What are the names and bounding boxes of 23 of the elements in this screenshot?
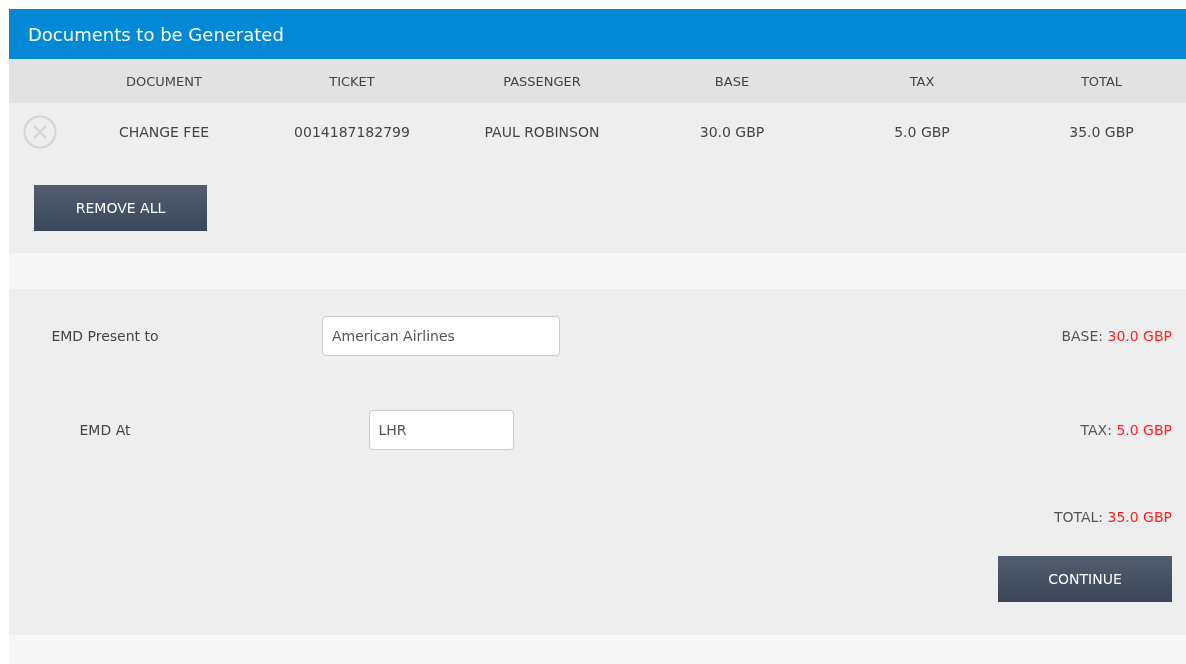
table-cell-text: 35.0 GBP bbox=[1068, 124, 1135, 140]
table-cell-text: 0014187182799 bbox=[293, 124, 411, 140]
table-cell-text: 5.0 GBP bbox=[893, 124, 951, 140]
continue-button[interactable]: CONTINUE bbox=[998, 556, 1172, 602]
text-field[interactable]: LHR bbox=[368, 409, 514, 450]
column-header: BASE bbox=[713, 73, 751, 89]
table-cell-text: CHANGE FEE bbox=[117, 124, 211, 140]
field-label: EMD Present to bbox=[50, 327, 160, 344]
panel-title: Documents to be Generated bbox=[28, 23, 284, 45]
column-header: PASSENGER bbox=[502, 73, 582, 89]
remove-all-button[interactable]: REMOVE ALL bbox=[34, 185, 207, 231]
total-line: BASE: 30.0 GBP bbox=[1060, 327, 1172, 344]
total-line: TAX: 5.0 GBP bbox=[1079, 421, 1172, 438]
table-cell-text: PAUL ROBINSON bbox=[483, 124, 601, 140]
column-header: TAX bbox=[908, 73, 936, 89]
table-cell-text: 30.0 GBP bbox=[698, 124, 766, 140]
field-label: EMD At bbox=[78, 421, 132, 438]
total-line: TOTAL: 35.0 GBP bbox=[1052, 509, 1172, 525]
column-header: DOCUMENT bbox=[125, 73, 203, 89]
text-field[interactable]: American Airlines bbox=[322, 315, 560, 356]
column-header: TOTAL bbox=[1079, 73, 1124, 89]
remove-circle-icon[interactable] bbox=[23, 115, 57, 149]
column-header: TICKET bbox=[328, 73, 376, 89]
